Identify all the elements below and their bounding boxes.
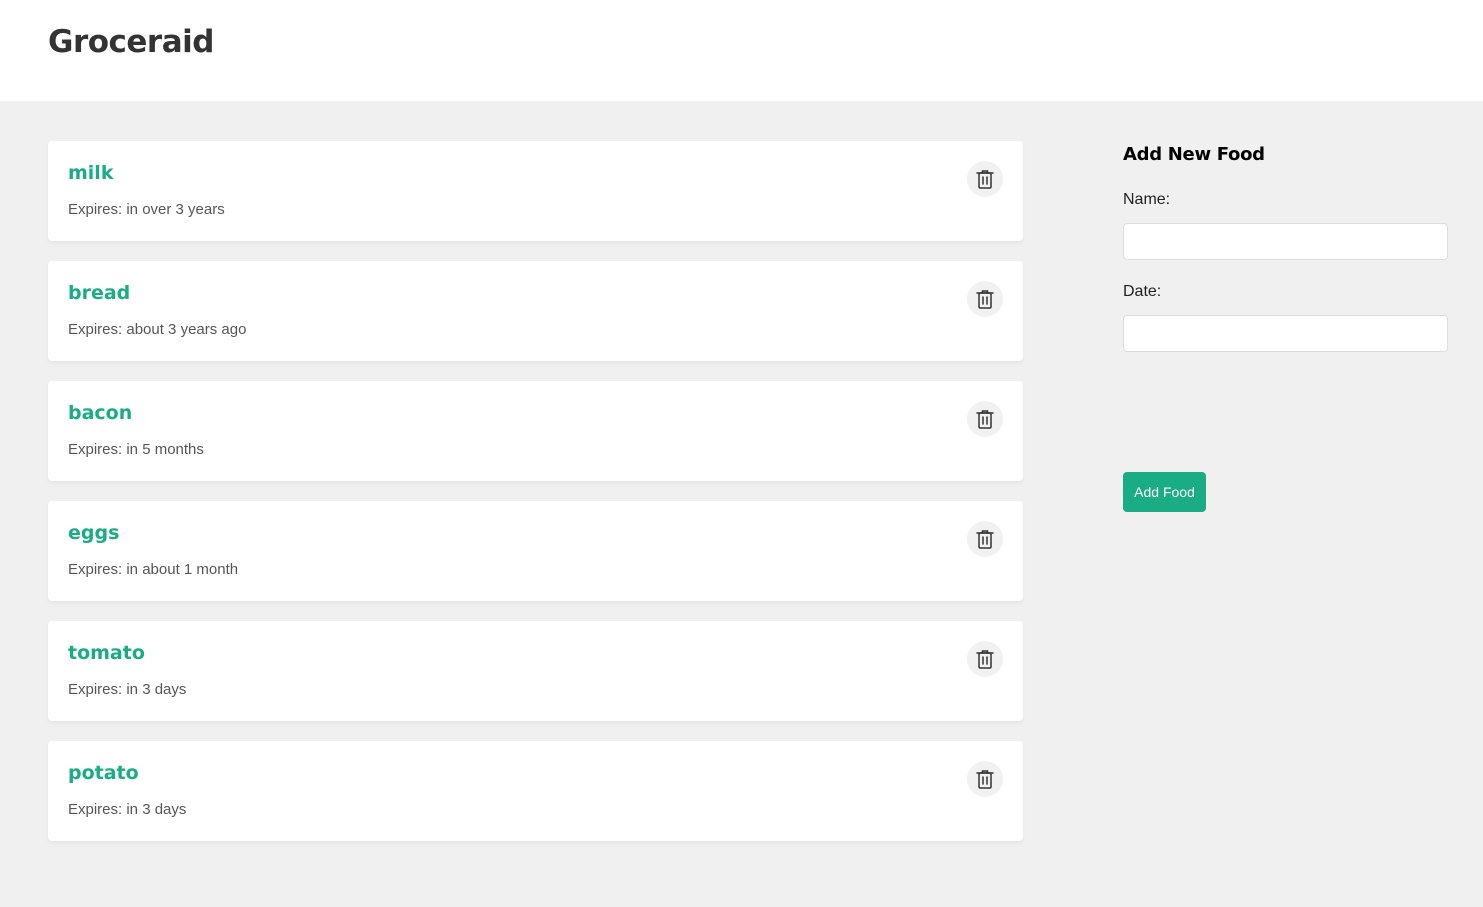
form-title: Add New Food [1123, 144, 1265, 165]
app-title: Groceraid [48, 24, 214, 60]
food-expiry: Expires: in 5 months [68, 441, 204, 458]
add-food-button[interactable]: Add Food [1123, 472, 1206, 512]
main-content: milk Expires: in over 3 years bread Expi… [0, 101, 1483, 907]
delete-button[interactable] [967, 761, 1003, 797]
delete-button[interactable] [967, 161, 1003, 197]
delete-button[interactable] [967, 521, 1003, 557]
food-card: potato Expires: in 3 days [48, 741, 1023, 841]
food-card: tomato Expires: in 3 days [48, 621, 1023, 721]
trash-icon [976, 769, 994, 789]
food-card: milk Expires: in over 3 years [48, 141, 1023, 241]
delete-button[interactable] [967, 641, 1003, 677]
food-card: bread Expires: about 3 years ago [48, 261, 1023, 361]
trash-icon [976, 409, 994, 429]
trash-icon [976, 529, 994, 549]
date-label: Date: [1123, 283, 1162, 300]
food-name: bacon [68, 402, 133, 424]
trash-icon [976, 169, 994, 189]
name-input[interactable] [1123, 223, 1448, 260]
food-card: bacon Expires: in 5 months [48, 381, 1023, 481]
name-label: Name: [1123, 191, 1171, 208]
food-list: milk Expires: in over 3 years bread Expi… [48, 141, 1023, 861]
food-name: tomato [68, 642, 145, 664]
date-input[interactable] [1123, 315, 1448, 352]
food-expiry: Expires: in over 3 years [68, 201, 225, 218]
trash-icon [976, 649, 994, 669]
food-expiry: Expires: in 3 days [68, 681, 187, 698]
trash-icon [976, 289, 994, 309]
delete-button[interactable] [967, 401, 1003, 437]
food-expiry: Expires: in 3 days [68, 801, 187, 818]
food-name: bread [68, 282, 131, 304]
food-card: eggs Expires: in about 1 month [48, 501, 1023, 601]
food-name: milk [68, 162, 114, 184]
app-header: Groceraid [0, 0, 1483, 101]
delete-button[interactable] [967, 281, 1003, 317]
food-name: eggs [68, 522, 120, 544]
food-name: potato [68, 762, 139, 784]
food-expiry: Expires: about 3 years ago [68, 321, 247, 338]
food-expiry: Expires: in about 1 month [68, 561, 239, 578]
